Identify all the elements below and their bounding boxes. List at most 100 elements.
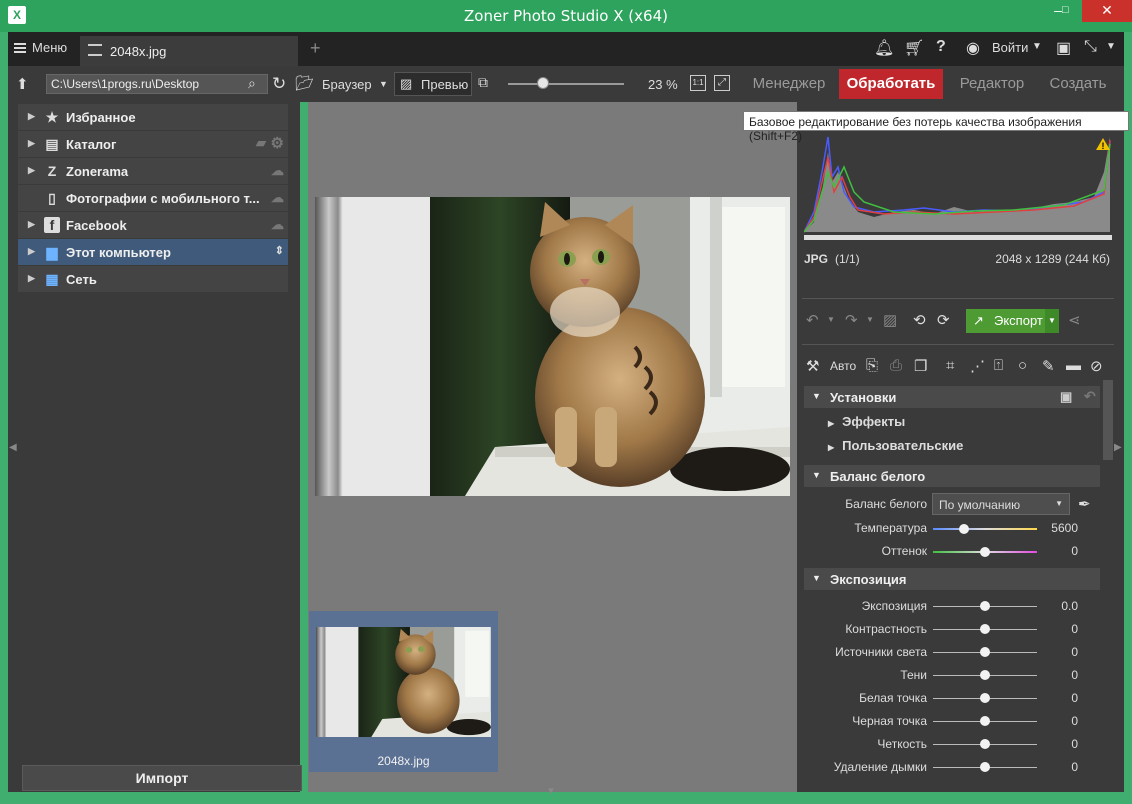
sidebar-item-favorites[interactable]: ▶ ★ Избранное bbox=[18, 104, 288, 130]
undo-icon[interactable]: ↶ bbox=[806, 311, 819, 329]
menu-button[interactable]: Меню bbox=[14, 40, 67, 55]
tab-develop[interactable]: Обработать bbox=[839, 69, 943, 99]
sidebar-item-network[interactable]: ▶ ▦ Сеть bbox=[18, 266, 288, 292]
sidebar-item-catalog[interactable]: ▶ ▤ Каталог ▰ ⚙ bbox=[18, 131, 288, 157]
thumbnail-image[interactable] bbox=[316, 627, 491, 737]
tab-editor[interactable]: Редактор bbox=[946, 66, 1038, 102]
gear-icon[interactable]: ⚙ bbox=[271, 134, 284, 152]
expand-icon[interactable]: ▶ bbox=[28, 246, 35, 257]
section-exposure[interactable]: ▼ Экспозиция bbox=[804, 568, 1100, 590]
browser-button[interactable]: Браузер bbox=[322, 77, 372, 92]
import-button[interactable]: Импорт bbox=[22, 765, 302, 791]
folder-up-icon[interactable]: ⬆ bbox=[16, 75, 29, 93]
rotate-right-icon[interactable]: ⟳ bbox=[937, 311, 950, 329]
login-button[interactable]: Войти bbox=[992, 40, 1028, 55]
black-point-knob[interactable] bbox=[980, 716, 990, 726]
section-white-balance[interactable]: ▼ Баланс белого bbox=[804, 465, 1100, 487]
brush-icon[interactable]: ✎ bbox=[1042, 357, 1055, 375]
monitor-icon[interactable]: ▣ bbox=[1056, 38, 1071, 58]
browser-dropdown-icon[interactable]: ▼ bbox=[379, 79, 388, 89]
redo-dropdown-icon[interactable]: ▼ bbox=[866, 315, 874, 324]
external-window-icon[interactable]: ⧉ bbox=[478, 74, 488, 91]
compare-icon[interactable]: ▨ bbox=[883, 311, 897, 329]
search-icon[interactable]: ⌕ bbox=[248, 75, 256, 92]
crop-icon[interactable]: ⌗ bbox=[946, 357, 954, 374]
panel-scrollbar[interactable] bbox=[1103, 380, 1113, 460]
clarity-knob[interactable] bbox=[980, 739, 990, 749]
save-icon[interactable]: ▣ bbox=[1060, 389, 1072, 405]
file-count: (1/1) bbox=[835, 252, 860, 266]
sidebar-item-mobile-photos[interactable]: ▯ Фотографии с мобильного т... ☁ bbox=[18, 185, 288, 211]
new-tab-button[interactable]: + bbox=[310, 38, 321, 59]
user-icon[interactable]: ◉ bbox=[966, 38, 980, 58]
duplicate-icon[interactable]: ❐ bbox=[914, 357, 927, 375]
refresh-icon[interactable]: ↻ bbox=[272, 74, 286, 94]
bell-icon[interactable]: 🔔︎ bbox=[874, 38, 894, 58]
paste-settings-icon[interactable]: ⎙ bbox=[890, 357, 902, 374]
gradient-filter-icon[interactable]: ▬ bbox=[1066, 357, 1081, 374]
collapse-right-icon[interactable]: ▶ bbox=[1114, 442, 1122, 453]
perspective-icon[interactable]: ⋰ bbox=[970, 357, 985, 375]
chevron-down-icon: ▼ bbox=[1055, 499, 1063, 508]
eyedropper-icon[interactable]: ✒ bbox=[1078, 495, 1091, 513]
auto-button[interactable]: Авто bbox=[830, 359, 856, 373]
main-photo[interactable] bbox=[315, 197, 790, 496]
tab-manager[interactable]: Менеджер bbox=[742, 66, 836, 102]
sidebar-item-zonerama[interactable]: ▶ Z Zonerama ☁ bbox=[18, 158, 288, 184]
tab-file[interactable]: 2048x.jpg bbox=[80, 36, 298, 66]
minimize-button[interactable]: – bbox=[1040, 0, 1076, 22]
chevron-down-icon[interactable]: ▼ bbox=[1032, 41, 1042, 52]
close-button[interactable]: ✕ bbox=[1082, 0, 1132, 22]
path-input[interactable]: C:\Users\1progs.ru\Desktop bbox=[46, 74, 268, 94]
open-folder-icon[interactable]: 📂︎ bbox=[295, 74, 314, 92]
sidebar-item-this-computer[interactable]: ▶ ▆ Этот компьютер ⇕ bbox=[18, 239, 288, 265]
preview-button[interactable]: ▨ Превью bbox=[394, 72, 472, 96]
export-dropdown-icon[interactable]: ▼ bbox=[1045, 309, 1059, 333]
healing-icon[interactable]: ⊘ bbox=[1090, 357, 1103, 375]
sidebar-item-facebook[interactable]: ▶ f Facebook ☁ bbox=[18, 212, 288, 238]
dehaze-knob[interactable] bbox=[980, 762, 990, 772]
collapse-left-icon[interactable]: ◀ bbox=[9, 442, 17, 453]
tint-knob[interactable] bbox=[980, 547, 990, 557]
highlights-knob[interactable] bbox=[980, 647, 990, 657]
network-icon: ▦ bbox=[45, 271, 59, 287]
undo-dropdown-icon[interactable]: ▼ bbox=[827, 315, 835, 324]
expand-icon[interactable]: ▶ bbox=[28, 111, 35, 122]
zoom-slider[interactable] bbox=[508, 83, 624, 85]
expand-icon[interactable]: ▶ bbox=[28, 165, 35, 176]
share-icon[interactable]: ⋖ bbox=[1068, 311, 1081, 329]
zoom-slider-knob[interactable] bbox=[536, 77, 549, 89]
preset-custom[interactable]: ▶ Пользовательские bbox=[828, 438, 963, 453]
fullscreen-icon[interactable]: ⤡ bbox=[1084, 38, 1097, 56]
clarity-value: 0 bbox=[1071, 737, 1078, 751]
white-balance-select[interactable]: По умолчанию ▼ bbox=[932, 493, 1070, 515]
zoom-fit-icon[interactable]: ⤢ bbox=[714, 75, 730, 91]
tab-create[interactable]: Создать bbox=[1038, 66, 1118, 102]
straighten-icon[interactable]: ⍐ bbox=[994, 357, 1003, 374]
sort-icon[interactable]: ⇕ bbox=[275, 244, 284, 257]
help-icon[interactable]: ? bbox=[936, 38, 946, 56]
expand-icon[interactable]: ▶ bbox=[28, 138, 35, 149]
zoom-1to1-button[interactable]: 1:1 bbox=[690, 75, 706, 91]
temperature-slider[interactable] bbox=[933, 528, 1037, 530]
rotate-left-icon[interactable]: ⟲ bbox=[913, 311, 926, 329]
magic-wand-icon[interactable]: ⚒ bbox=[806, 357, 819, 375]
white-point-knob[interactable] bbox=[980, 693, 990, 703]
preset-effects[interactable]: ▶ Эффекты bbox=[828, 414, 905, 429]
divider bbox=[802, 298, 1114, 299]
maximize-icon[interactable]: □ bbox=[1062, 4, 1069, 16]
copy-settings-icon[interactable]: ⎘ bbox=[866, 357, 878, 374]
cart-icon[interactable]: 🛒︎ bbox=[904, 38, 924, 58]
redo-icon[interactable]: ↷ bbox=[845, 311, 858, 329]
collapse-bottom-icon[interactable]: ▼ bbox=[546, 786, 556, 797]
exposure-knob[interactable] bbox=[980, 601, 990, 611]
fullscreen-dropdown-icon[interactable]: ▼ bbox=[1106, 41, 1116, 52]
shadows-knob[interactable] bbox=[980, 670, 990, 680]
expand-icon[interactable]: ▶ bbox=[28, 219, 35, 230]
circle-filter-icon[interactable]: ○ bbox=[1018, 357, 1027, 374]
section-settings[interactable]: ▼ Установки ▣ ↶ bbox=[804, 386, 1100, 408]
expand-icon[interactable]: ▶ bbox=[28, 273, 35, 284]
reset-icon[interactable]: ↶ bbox=[1084, 388, 1096, 405]
contrast-knob[interactable] bbox=[980, 624, 990, 634]
add-folder-icon[interactable]: ▰ bbox=[256, 135, 266, 151]
